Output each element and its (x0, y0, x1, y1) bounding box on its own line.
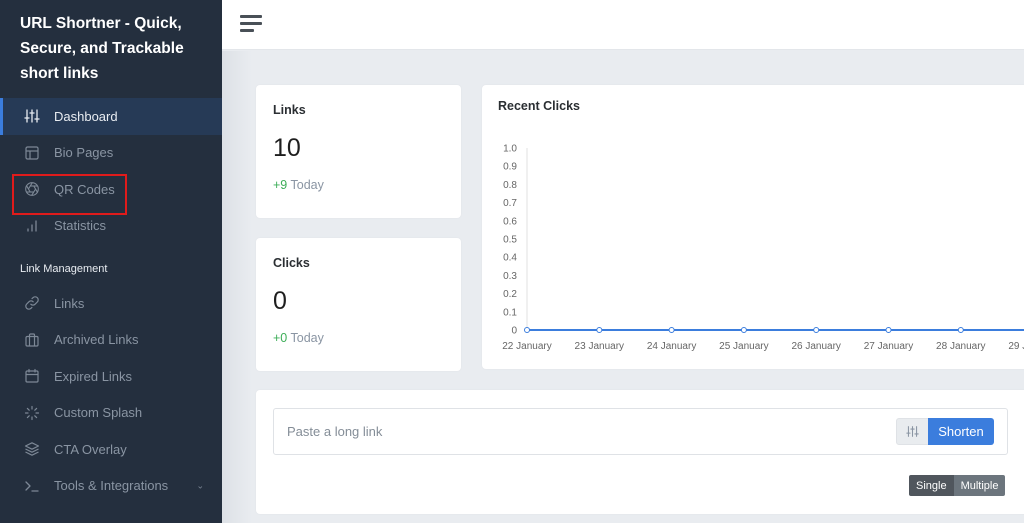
data-point (596, 327, 603, 333)
x-tick-label: 28 January (936, 341, 985, 352)
sidebar-item-qr-codes[interactable]: QR Codes (0, 171, 222, 208)
y-tick-label: 0 (511, 326, 517, 337)
content-edge-shadow (222, 51, 252, 523)
sidebar-item-label: Custom Splash (54, 405, 143, 421)
mode-multiple-button[interactable]: Multiple (953, 475, 1006, 496)
topbar (222, 0, 1024, 50)
sidebar-item-dashboard[interactable]: Dashboard (0, 98, 222, 135)
y-tick-label: 0.3 (503, 271, 517, 282)
mode-toggle: Single Multiple (909, 475, 1006, 496)
app-title[interactable]: URL Shortner - Quick, Secure, and Tracka… (0, 0, 222, 98)
y-tick-label: 0.9 (503, 162, 517, 173)
calendar-icon (24, 368, 40, 384)
data-point (524, 327, 530, 333)
recent-clicks-card: Recent Clicks 0 0.1 0.2 0.3 0.4 0.5 0.6 0.7 0.8 0… (482, 85, 1024, 369)
sidebar-item-label: Expired Links (54, 368, 133, 384)
link-input-group: Shorten (273, 408, 1008, 455)
sidebar-item-bio-pages[interactable]: Bio Pages (0, 135, 222, 172)
layers-icon (24, 441, 40, 457)
x-tick-label: 22 January (502, 341, 551, 352)
bar-chart-icon (24, 218, 40, 234)
y-tick-label: 1.0 (503, 144, 517, 155)
sidebar-item-tools-integrations[interactable]: Tools & Integrations ⌄ (0, 468, 222, 505)
x-tick-label: 23 January (575, 341, 624, 352)
sidebar-item-label: Links (54, 295, 85, 311)
mode-single-button[interactable]: Single (909, 475, 954, 496)
aperture-icon (24, 181, 40, 197)
stat-title: Clicks (273, 256, 310, 270)
layout-icon (24, 145, 40, 161)
y-tick-label: 0.2 (503, 289, 517, 300)
options-button[interactable] (896, 418, 929, 445)
sidebar-item-statistics[interactable]: Statistics (0, 208, 222, 245)
x-tick-label: 26 January (791, 341, 840, 352)
sidebar-item-archived-links[interactable]: Archived Links (0, 322, 222, 359)
shorten-button[interactable]: Shorten (928, 418, 994, 445)
delta-value: +9 (273, 178, 288, 192)
stat-delta: +0 Today (273, 331, 444, 345)
stat-value: 0 (273, 287, 287, 315)
y-tick-label: 0.7 (503, 198, 517, 209)
sidebar-item-label: CTA Overlay (54, 441, 127, 457)
x-tick-label: 29 January (1008, 341, 1024, 352)
sidebar-item-label: Archived Links (54, 332, 139, 348)
shorten-card: Shorten Single Multiple (256, 390, 1024, 514)
data-point (957, 327, 964, 333)
link-icon (24, 295, 40, 311)
loader-icon (24, 405, 40, 421)
sidebar-item-cta-overlay[interactable]: CTA Overlay (0, 431, 222, 468)
sidebar-item-label: Tools & Integrations (54, 478, 169, 494)
links-stat-card: Links 10 +9 Today (256, 85, 461, 218)
sidebar-item-label: Bio Pages (54, 145, 114, 161)
sidebar-item-label: QR Codes (54, 181, 115, 197)
sidebar-item-label: Statistics (54, 218, 107, 234)
sliders-icon (24, 108, 40, 124)
stat-value: 10 (273, 134, 301, 162)
sidebar-item-custom-splash[interactable]: Custom Splash (0, 395, 222, 432)
sidebar-item-links[interactable]: Links (0, 285, 222, 322)
y-tick-label: 0.1 (503, 307, 517, 318)
recent-clicks-chart: 0 0.1 0.2 0.3 0.4 0.5 0.6 0.7 0.8 0.9 1.0 22 Januar… (502, 144, 1024, 352)
sidebar-item-label: Dashboard (54, 108, 118, 124)
y-tick-label: 0.5 (503, 235, 517, 246)
sidebar: URL Shortner - Quick, Secure, and Tracka… (0, 0, 222, 523)
stat-delta: +9 Today (273, 178, 444, 192)
y-tick-label: 0.8 (503, 180, 517, 191)
stat-title: Links (273, 103, 306, 117)
x-tick-label: 25 January (719, 341, 768, 352)
chevron-down-icon[interactable]: ⌄ (196, 480, 204, 491)
data-point (885, 327, 892, 333)
delta-label: Today (290, 331, 324, 345)
x-tick-label: 24 January (647, 341, 696, 352)
data-point (740, 327, 747, 333)
hamburger-icon[interactable] (240, 15, 262, 33)
sidebar-item-expired-links[interactable]: Expired Links (0, 358, 222, 395)
long-link-input[interactable] (274, 409, 874, 454)
sliders-icon (906, 426, 919, 437)
terminal-icon (24, 478, 40, 494)
y-tick-label: 0.6 (503, 216, 517, 227)
y-tick-label: 0.4 (503, 253, 517, 264)
delta-label: Today (290, 178, 324, 192)
delta-value: +0 (273, 331, 288, 345)
x-tick-label: 27 January (864, 341, 913, 352)
clicks-stat-card: Clicks 0 +0 Today (256, 238, 461, 371)
data-point (813, 327, 820, 333)
data-point (668, 327, 675, 333)
briefcase-icon (24, 332, 40, 348)
section-label-link-management: Link Management (20, 263, 108, 275)
